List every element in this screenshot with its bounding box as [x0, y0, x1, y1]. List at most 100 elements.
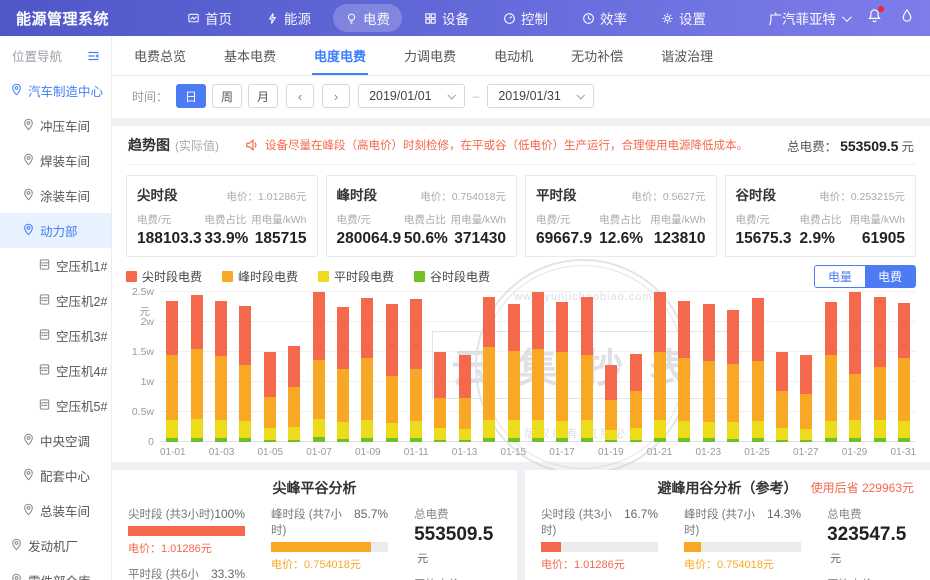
- bar-segment: [556, 302, 568, 352]
- nav-item-首页[interactable]: 首页: [175, 4, 244, 32]
- sidebar-item-空压机4#[interactable]: 空压机4#: [0, 353, 111, 388]
- toggle-电量[interactable]: 电量: [815, 266, 865, 287]
- tab-电费总览[interactable]: 电费总览: [132, 36, 188, 75]
- stacked-bar-01-26: [776, 292, 788, 442]
- mode-button-日[interactable]: 日: [176, 84, 206, 108]
- nav-item-label: 能源: [284, 8, 311, 28]
- sidebar-item-空压机2#[interactable]: 空压机2#: [0, 283, 111, 318]
- period-price: 电价：0.754018元: [684, 556, 801, 572]
- analysis-col-1: 尖时段 (共3小时)16.7%电价：1.01286元平时段 (共6小时)58.3…: [541, 506, 658, 580]
- tab-基本电费[interactable]: 基本电费: [222, 36, 278, 75]
- meter-icon: [38, 328, 51, 344]
- legend-item-谷时段电费[interactable]: 谷时段电费: [414, 268, 490, 285]
- bar-segment: [556, 421, 568, 438]
- water-mode-button[interactable]: [900, 8, 914, 28]
- sidebar-item-空压机1#[interactable]: 空压机1#: [0, 248, 111, 283]
- metric-value: 15675.3: [736, 230, 792, 248]
- nav-item-控制[interactable]: 控制: [491, 4, 560, 32]
- collapse-sidebar-icon[interactable]: [86, 49, 101, 63]
- analysis-row-header: 峰时段 (共7小时)14.3%: [684, 506, 801, 538]
- sidebar-item-发动机厂[interactable]: 发动机厂: [0, 528, 111, 563]
- prev-period-button[interactable]: ‹: [286, 84, 314, 108]
- start-date-picker[interactable]: 2019/01/01: [358, 84, 465, 108]
- y-axis: 2.5w2w1.5w1w0.5w0元: [126, 292, 160, 442]
- tab-力调电费[interactable]: 力调电费: [402, 36, 458, 75]
- percent-bar: [271, 542, 388, 552]
- bar-segment: [800, 355, 812, 394]
- next-period-button[interactable]: ›: [322, 84, 350, 108]
- mode-button-月[interactable]: 月: [248, 84, 278, 108]
- notification-bell-button[interactable]: [867, 8, 882, 28]
- sidebar-item-空压机5#[interactable]: 空压机5#: [0, 388, 111, 423]
- sidebar-item-零件部仓库[interactable]: 零件部仓库: [0, 563, 111, 580]
- bar-slot-01-06: [282, 292, 306, 442]
- metric-label: 用电量/kWh: [251, 212, 306, 227]
- metric-label: 电费/元: [536, 212, 592, 227]
- nav-item-设备[interactable]: 设备: [412, 4, 481, 32]
- nav-item-设置[interactable]: 设置: [649, 4, 718, 32]
- bar-slot-01-25: [745, 292, 769, 442]
- period-name: 峰时段: [337, 184, 378, 204]
- bar-segment: [288, 387, 300, 427]
- speaker-icon: [245, 138, 259, 152]
- bar-slot-01-18: [575, 292, 599, 442]
- stacked-bar-01-03: [215, 292, 227, 442]
- period-card-header: 峰时段 电价：0.754018元: [337, 184, 507, 204]
- x-tick-label: 01-01: [160, 442, 186, 462]
- sidebar-item-总装车间[interactable]: 总装车间: [0, 493, 111, 528]
- bar-segment: [508, 351, 520, 421]
- legend-item-平时段电费[interactable]: 平时段电费: [318, 268, 394, 285]
- bar-segment: [386, 438, 398, 442]
- bar-segment: [581, 438, 593, 442]
- sidebar-item-汽车制造中心[interactable]: 汽车制造中心: [0, 73, 111, 108]
- sidebar-item-焊装车间[interactable]: 焊装车间: [0, 143, 111, 178]
- sidebar-item-冲压车间[interactable]: 冲压车间: [0, 108, 111, 143]
- bar-segment: [288, 427, 300, 440]
- sidebar-item-空压机3#[interactable]: 空压机3#: [0, 318, 111, 353]
- tenant-dropdown[interactable]: 广汽菲亚特: [769, 8, 850, 28]
- sidebar-item-label: 焊装车间: [40, 151, 90, 170]
- bar-segment: [630, 391, 642, 428]
- bar-segment: [483, 297, 495, 347]
- legend-item-尖时段电费[interactable]: 尖时段电费: [126, 268, 202, 285]
- bar-segment: [630, 428, 642, 439]
- x-tick-label: [234, 442, 257, 462]
- sidebar-item-中央空调[interactable]: 中央空调: [0, 423, 111, 458]
- end-date-picker[interactable]: 2019/01/31: [487, 84, 594, 108]
- bar-segment: [459, 398, 471, 429]
- period-metric: 电费占比2.9%: [800, 212, 842, 248]
- period-card-平时段: 平时段电价：0.5627元电费/元69667.9电费占比12.6%用电量/kWh…: [525, 175, 717, 257]
- toggle-电费[interactable]: 电费: [865, 266, 915, 287]
- tab-电度电费[interactable]: 电度电费: [312, 36, 368, 75]
- bar-segment: [849, 292, 861, 374]
- nav-item-能源[interactable]: 能源: [254, 4, 323, 32]
- total-fee-label: 总电费: [827, 506, 914, 522]
- x-tick-label: [819, 442, 842, 462]
- bar-segment: [434, 352, 446, 398]
- legend-item-峰时段电费[interactable]: 峰时段电费: [222, 268, 298, 285]
- tab-电动机[interactable]: 电动机: [492, 36, 535, 75]
- nav-item-效率[interactable]: 效率: [570, 4, 639, 32]
- period-price: 电价：0.754018元: [420, 189, 506, 204]
- location-pin-icon: [10, 573, 23, 580]
- mode-button-周[interactable]: 周: [212, 84, 242, 108]
- tab-谐波治理[interactable]: 谐波治理: [659, 36, 715, 75]
- bar-segment: [410, 369, 422, 421]
- bar-slot-01-02: [184, 292, 208, 442]
- period-price: 电价：1.01286元: [541, 556, 658, 572]
- period-percent: 33.3%: [211, 567, 245, 580]
- bar-slot-01-30: [867, 292, 891, 442]
- meter-icon: [38, 398, 51, 414]
- nav-item-电费[interactable]: 电费: [333, 4, 402, 32]
- nav-item-label: 设备: [442, 8, 469, 28]
- bar-segment: [630, 354, 642, 391]
- period-summary-cards: 尖时段电价：1.01286元电费/元188103.3电费占比33.9%用电量/k…: [126, 175, 916, 257]
- sidebar-item-配套中心[interactable]: 配套中心: [0, 458, 111, 493]
- sidebar-item-涂装车间[interactable]: 涂装车间: [0, 178, 111, 213]
- metric-toggle: 电量电费: [814, 265, 916, 288]
- bar-segment: [337, 439, 349, 442]
- tab-无功补偿[interactable]: 无功补偿: [569, 36, 625, 75]
- sidebar-item-动力部[interactable]: 动力部: [0, 213, 111, 248]
- bar-segment: [654, 438, 666, 442]
- legend-swatch: [414, 271, 425, 282]
